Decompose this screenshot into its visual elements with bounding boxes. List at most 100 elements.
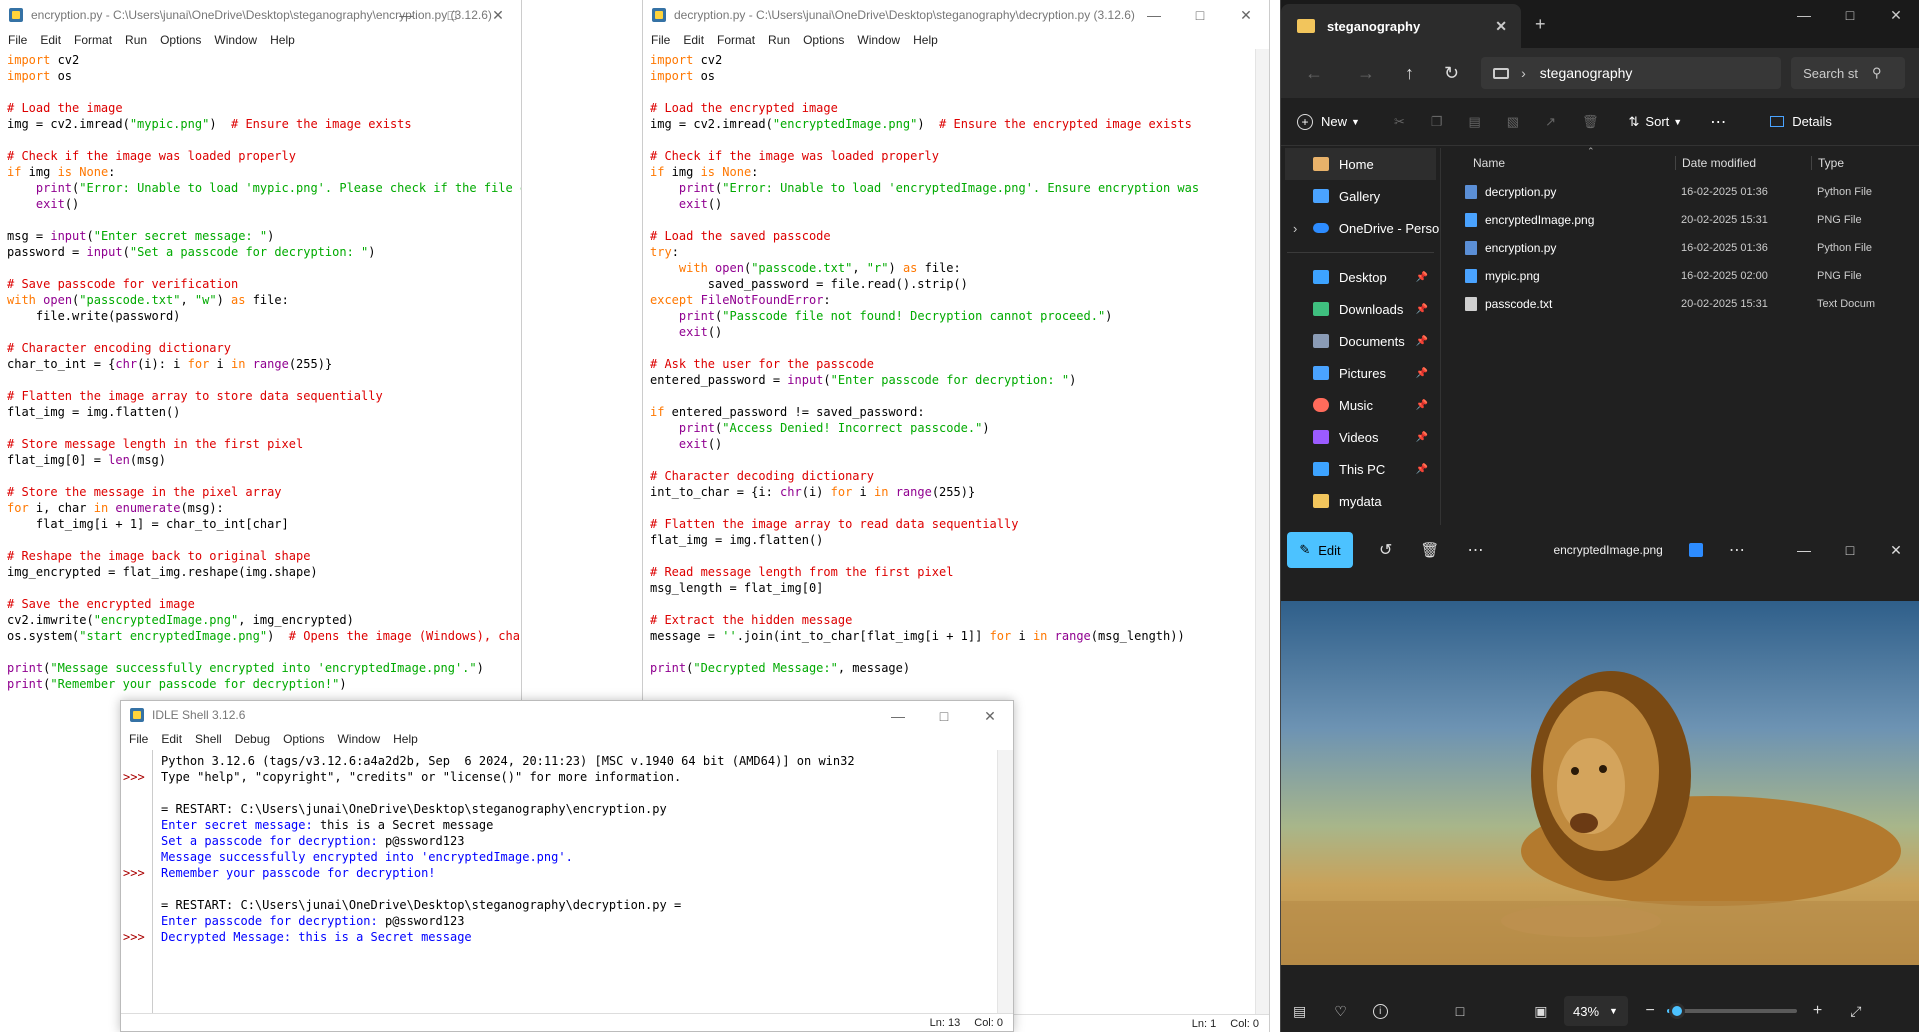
pin-icon[interactable]: 📌 bbox=[1416, 400, 1428, 411]
rotate-icon[interactable]: ↺ bbox=[1379, 540, 1392, 560]
menu-file[interactable]: File bbox=[8, 33, 27, 47]
zoom-out-icon[interactable]: − bbox=[1646, 1002, 1655, 1020]
up-icon[interactable]: ↑ bbox=[1405, 63, 1414, 84]
encryption-code-area[interactable]: import cv2 import os # Load the image im… bbox=[0, 49, 521, 692]
zoom-slider[interactable] bbox=[1666, 1003, 1797, 1019]
cut-icon[interactable]: ✂ bbox=[1394, 114, 1405, 130]
fullscreen-icon[interactable]: ⤢ bbox=[1850, 1003, 1861, 1020]
file-row[interactable]: encryption.py 16-02-2025 01:36 Python Fi… bbox=[1443, 234, 1919, 262]
pin-icon[interactable]: 📌 bbox=[1416, 272, 1428, 283]
info-icon[interactable]: i bbox=[1372, 1003, 1388, 1019]
shell-title-bar[interactable]: IDLE Shell 3.12.6 — □ ✕ bbox=[121, 701, 1013, 729]
pin-icon[interactable]: 📌 bbox=[1416, 368, 1428, 379]
minimize-icon[interactable]: — bbox=[1131, 0, 1177, 30]
minimize-icon[interactable]: — bbox=[1781, 0, 1827, 30]
delete-icon[interactable]: 🗑 bbox=[1420, 541, 1439, 559]
close-icon[interactable]: ✕ bbox=[475, 0, 521, 30]
encryption-title-bar[interactable]: encryption.py - C:\Users\junai\OneDrive\… bbox=[0, 0, 521, 30]
minimize-icon[interactable]: — bbox=[875, 701, 921, 731]
menu-edit[interactable]: Edit bbox=[683, 33, 704, 47]
menu-run[interactable]: Run bbox=[125, 33, 147, 47]
menu-edit[interactable]: Edit bbox=[40, 33, 61, 47]
photo-canvas[interactable] bbox=[1281, 601, 1919, 965]
sort-button[interactable]: ⇅ Sort ▼ bbox=[1629, 114, 1683, 130]
menu-shell[interactable]: Shell bbox=[195, 732, 222, 746]
menu-debug[interactable]: Debug bbox=[235, 732, 270, 746]
file-row[interactable]: passcode.txt 20-02-2025 15:31 Text Docum bbox=[1443, 290, 1919, 318]
menu-window[interactable]: Window bbox=[214, 33, 257, 47]
explorer-tab[interactable]: steganography ✕ bbox=[1281, 4, 1521, 48]
actual-size-icon[interactable]: ▣ bbox=[1534, 1003, 1547, 1020]
decryption-code-area[interactable]: import cv2 import os # Load the encrypte… bbox=[643, 49, 1269, 676]
new-tab-icon[interactable]: + bbox=[1535, 14, 1546, 35]
menu-window[interactable]: Window bbox=[857, 33, 900, 47]
chevron-right-icon[interactable]: › bbox=[1293, 221, 1297, 236]
maximize-icon[interactable]: □ bbox=[1827, 0, 1873, 30]
minimize-icon[interactable]: — bbox=[1781, 525, 1827, 575]
search-box[interactable]: Search st ⚲ bbox=[1791, 57, 1906, 89]
minimize-icon[interactable]: — bbox=[383, 0, 429, 30]
fit-screen-icon[interactable]: □ bbox=[1456, 1003, 1464, 1019]
sidebar-item-desktop[interactable]: Desktop 📌 bbox=[1281, 261, 1440, 293]
maximize-icon[interactable]: □ bbox=[1827, 525, 1873, 575]
close-icon[interactable]: ✕ bbox=[967, 701, 1013, 731]
file-row[interactable]: encryptedImage.png 20-02-2025 15:31 PNG … bbox=[1443, 206, 1919, 234]
menu-window[interactable]: Window bbox=[337, 732, 380, 746]
sidebar-item-home[interactable]: Home bbox=[1285, 148, 1436, 180]
details-button[interactable]: Details bbox=[1770, 114, 1832, 129]
menu-format[interactable]: Format bbox=[74, 33, 112, 47]
column-name[interactable]: Name bbox=[1473, 156, 1505, 170]
delete-icon[interactable]: 🗑 bbox=[1582, 114, 1599, 130]
file-row[interactable]: mypic.png 16-02-2025 02:00 PNG File bbox=[1443, 262, 1919, 290]
paste-icon[interactable]: ▤ bbox=[1469, 114, 1481, 130]
shell-scrollbar[interactable] bbox=[997, 750, 1013, 1013]
sidebar-item-videos[interactable]: Videos 📌 bbox=[1281, 421, 1440, 453]
decryption-title-bar[interactable]: decryption.py - C:\Users\junai\OneDrive\… bbox=[643, 0, 1269, 30]
sidebar-item-documents[interactable]: Documents 📌 bbox=[1281, 325, 1440, 357]
more-icon[interactable]: ⋯ bbox=[1467, 540, 1483, 560]
maximize-icon[interactable]: □ bbox=[1177, 0, 1223, 30]
pin-icon[interactable]: 📌 bbox=[1416, 336, 1428, 347]
pin-icon[interactable]: 📌 bbox=[1416, 432, 1428, 443]
close-icon[interactable]: ✕ bbox=[1873, 525, 1919, 575]
column-date-modified[interactable]: Date modified bbox=[1675, 156, 1756, 170]
edit-button[interactable]: ✎ Edit bbox=[1287, 532, 1353, 568]
heart-icon[interactable]: ♡ bbox=[1334, 1003, 1347, 1020]
pin-icon[interactable]: 📌 bbox=[1416, 464, 1428, 475]
sidebar-item-downloads[interactable]: Downloads 📌 bbox=[1281, 293, 1440, 325]
more-icon[interactable]: ⋯ bbox=[1729, 540, 1745, 560]
decryption-scrollbar[interactable] bbox=[1255, 49, 1269, 1014]
column-type[interactable]: Type bbox=[1811, 156, 1844, 170]
zoom-in-icon[interactable]: + bbox=[1813, 1002, 1822, 1020]
tab-close-icon[interactable]: ✕ bbox=[1495, 18, 1507, 35]
maximize-icon[interactable]: □ bbox=[429, 0, 475, 30]
maximize-icon[interactable]: □ bbox=[921, 701, 967, 731]
address-bar[interactable]: › steganography bbox=[1481, 57, 1782, 89]
menu-options[interactable]: Options bbox=[803, 33, 844, 47]
menu-edit[interactable]: Edit bbox=[161, 732, 182, 746]
sidebar-item-pictures[interactable]: Pictures 📌 bbox=[1281, 357, 1440, 389]
menu-run[interactable]: Run bbox=[768, 33, 790, 47]
more-icon[interactable]: ⋯ bbox=[1710, 112, 1726, 132]
rename-icon[interactable]: ▧ bbox=[1507, 114, 1519, 130]
file-row[interactable]: decryption.py 16-02-2025 01:36 Python Fi… bbox=[1443, 178, 1919, 206]
forward-icon[interactable]: → bbox=[1357, 63, 1375, 84]
new-button[interactable]: + New ▼ bbox=[1297, 113, 1360, 130]
sidebar-item-this-pc[interactable]: This PC 📌 bbox=[1281, 453, 1440, 485]
pin-icon[interactable]: 📌 bbox=[1416, 304, 1428, 315]
back-icon[interactable]: ← bbox=[1305, 63, 1323, 84]
close-icon[interactable]: ✕ bbox=[1223, 0, 1269, 30]
sidebar-item-mydata[interactable]: mydata bbox=[1281, 485, 1440, 517]
image-app-icon[interactable] bbox=[1688, 543, 1703, 557]
sidebar-item-music[interactable]: Music 📌 bbox=[1281, 389, 1440, 421]
close-icon[interactable]: ✕ bbox=[1873, 0, 1919, 30]
menu-help[interactable]: Help bbox=[393, 732, 418, 746]
menu-help[interactable]: Help bbox=[270, 33, 295, 47]
copy-icon[interactable]: ❐ bbox=[1431, 114, 1443, 130]
shell-output-area[interactable]: Python 3.12.6 (tags/v3.12.6:a4a2d2b, Sep… bbox=[157, 750, 997, 1013]
refresh-icon[interactable]: ↻ bbox=[1444, 63, 1459, 84]
zoom-slider-thumb[interactable] bbox=[1669, 1003, 1686, 1019]
sidebar-item-onedrive[interactable]: › OneDrive - Persona bbox=[1281, 212, 1440, 244]
menu-file[interactable]: File bbox=[129, 732, 148, 746]
filmstrip-icon[interactable]: ▤ bbox=[1293, 1003, 1306, 1020]
